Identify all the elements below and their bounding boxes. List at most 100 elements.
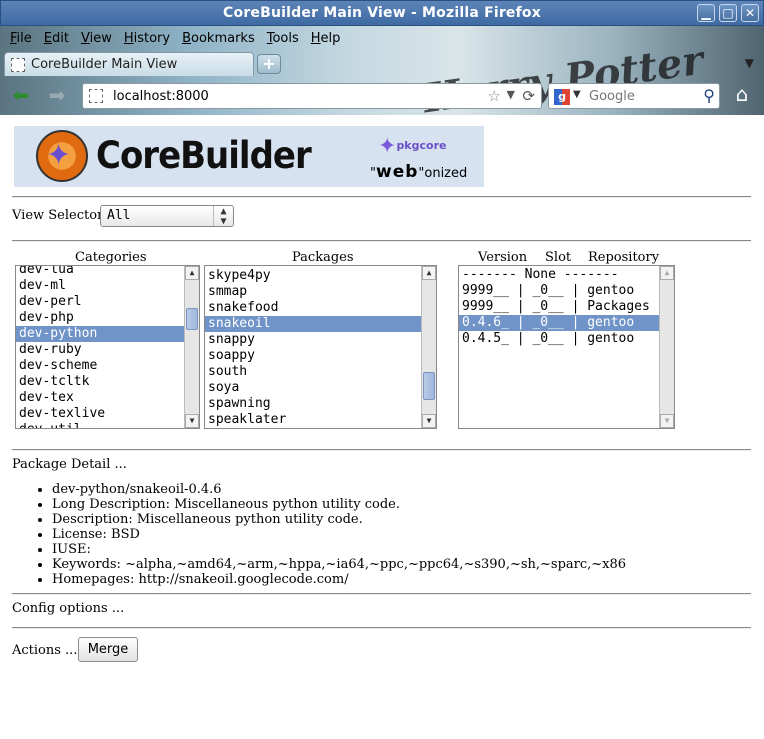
list-item[interactable]: 0.4.5_ | _0__ | gentoo [459, 331, 659, 347]
list-item[interactable]: dev-util [16, 422, 184, 428]
new-tab-button[interactable]: + [257, 54, 281, 74]
forward-button[interactable]: ➡ [44, 85, 70, 107]
maximize-icon[interactable]: □ [719, 4, 737, 22]
actions-title: Actions ... [12, 643, 78, 658]
divider [12, 627, 751, 629]
slot-header: Slot [545, 250, 572, 265]
detail-item: Long Description: Miscellaneous python u… [52, 497, 626, 512]
list-item[interactable]: dev-texlive [16, 406, 184, 422]
divider [12, 240, 751, 242]
categories-rows: dev-lua dev-ml dev-perl dev-php dev-python de… [16, 266, 184, 428]
reload-icon[interactable]: ⟳ [522, 87, 535, 105]
scroll-down-icon[interactable]: ▼ [660, 414, 674, 428]
menu-item[interactable]: View [75, 29, 118, 51]
menu-item[interactable]: Tools [261, 29, 305, 51]
site-identity-icon[interactable] [89, 89, 103, 103]
scroll-thumb[interactable] [186, 308, 198, 330]
list-item[interactable]: dev-lua [16, 266, 184, 278]
tab-corebuilder[interactable]: CoreBuilder Main View [4, 52, 254, 76]
scroll-up-icon[interactable]: ▲ [422, 266, 436, 280]
detail-item: IUSE: [52, 542, 626, 557]
repository-header: Repository [588, 250, 660, 265]
categories-scrollbar[interactable]: ▲ ▼ [184, 266, 199, 428]
back-button[interactable]: ⬅ [8, 85, 34, 107]
list-item[interactable]: 9999__ | _0__ | gentoo [459, 283, 659, 299]
list-item[interactable]: soappy [205, 348, 421, 364]
close-icon[interactable]: ✕ [741, 4, 759, 22]
webonized-text: "web"onized [370, 162, 468, 182]
list-item[interactable]: dev-ruby [16, 342, 184, 358]
list-item[interactable]: smmap [205, 284, 421, 300]
url-history-dropdown-icon[interactable]: ▼ [507, 88, 515, 101]
scroll-down-icon[interactable]: ▼ [185, 414, 199, 428]
search-engine-dropdown-icon[interactable]: ▼ [573, 89, 581, 100]
menu-item[interactable]: Help [305, 29, 347, 51]
tab-strip: CoreBuilder Main View + ▼ [0, 52, 764, 76]
menu-item[interactable]: File [4, 29, 38, 51]
detail-item: License: BSD [52, 527, 626, 542]
categories-header: Categories [75, 250, 147, 265]
package-detail-title: Package Detail ... [12, 457, 127, 472]
view-selector-value: All [107, 208, 131, 223]
versions-scrollbar[interactable]: ▲ ▼ [659, 266, 674, 428]
list-item[interactable]: dev-php [16, 310, 184, 326]
merge-button[interactable]: Merge [78, 637, 138, 662]
list-item[interactable]: skype4py [205, 268, 421, 284]
list-item[interactable]: speaklater [205, 412, 421, 428]
list-item[interactable]: 9999__ | _0__ | Packages [459, 299, 659, 315]
pkgcore-logo: ✦pkgcore [378, 134, 446, 159]
list-item[interactable]: south [205, 364, 421, 380]
list-item[interactable]: dev-python [16, 326, 184, 342]
view-selector-dropdown[interactable]: All ▲ ▼ [100, 205, 234, 227]
list-item[interactable]: snakeoil [205, 316, 421, 332]
packages-scrollbar[interactable]: ▲ ▼ [421, 266, 436, 428]
scroll-down-icon[interactable]: ▼ [422, 414, 436, 428]
packages-rows: skype4py smmap snakefood snakeoil snappy soap… [205, 268, 421, 428]
detail-item: Keywords: ~alpha,~amd64,~arm,~hppa,~ia64… [52, 557, 626, 572]
corebuilder-banner: ✦ CoreBuilder ✦pkgcore "web"onized [14, 126, 484, 187]
scroll-thumb[interactable] [423, 372, 435, 400]
divider [12, 593, 751, 595]
minimize-icon[interactable]: ▁ [697, 4, 715, 22]
page-content: ✦ CoreBuilder ✦pkgcore "web"onized View … [0, 115, 764, 739]
list-item[interactable]: dev-perl [16, 294, 184, 310]
list-item[interactable]: snakefood [205, 300, 421, 316]
scroll-up-icon[interactable]: ▲ [660, 266, 674, 280]
list-item[interactable]: dev-scheme [16, 358, 184, 374]
list-item[interactable]: dev-tex [16, 390, 184, 406]
list-item[interactable]: spawning [205, 396, 421, 412]
page-favicon-icon [11, 58, 25, 72]
list-item[interactable]: ------- None ------- [459, 267, 659, 283]
list-item[interactable]: snappy [205, 332, 421, 348]
list-tabs-icon[interactable]: ▼ [745, 56, 754, 70]
search-bar[interactable]: g ▼ ⚲ [548, 83, 720, 109]
detail-item: dev-python/snakeoil-0.4.6 [52, 482, 626, 497]
window-titlebar[interactable]: CoreBuilder Main View - Mozilla Firefox … [0, 0, 764, 26]
home-button[interactable]: ⌂ [730, 83, 754, 107]
menubar: File Edit View History Bookmarks Tools Help [4, 29, 346, 51]
list-item[interactable]: 0.4.6_ | _0__ | gentoo [459, 315, 659, 331]
list-item[interactable]: dev-tcltk [16, 374, 184, 390]
window-title: CoreBuilder Main View - Mozilla Firefox [223, 5, 541, 21]
scroll-up-icon[interactable]: ▲ [185, 266, 199, 280]
list-item[interactable]: soya [205, 380, 421, 396]
menu-item[interactable]: History [118, 29, 176, 51]
versions-listbox[interactable]: ------- None ------- 9999__ | _0__ | gent… [458, 265, 675, 429]
categories-listbox[interactable]: dev-lua dev-ml dev-perl dev-php dev-python de… [15, 265, 200, 429]
menu-item[interactable]: Bookmarks [176, 29, 261, 51]
divider [12, 449, 751, 451]
version-header: Version [478, 250, 528, 265]
url-input[interactable] [111, 87, 471, 105]
pkgcore-text: pkgcore [396, 139, 447, 152]
browser-chrome: Harry Potter File Edit View History Bookmark… [0, 26, 764, 122]
url-bar[interactable]: ☆ ▼ ⟳ [82, 83, 542, 109]
detail-item: Description: Miscellaneous python utilit… [52, 512, 626, 527]
menu-item[interactable]: Edit [38, 29, 75, 51]
packages-listbox[interactable]: skype4py smmap snakefood snakeoil snappy soap… [204, 265, 437, 429]
search-engine-icon[interactable]: g [554, 89, 570, 105]
search-magnifier-icon[interactable]: ⚲ [703, 86, 715, 105]
corebuilder-logo-icon: ✦ [36, 130, 88, 182]
list-item[interactable]: dev-ml [16, 278, 184, 294]
search-input[interactable] [587, 87, 697, 105]
bookmark-star-icon[interactable]: ☆ [488, 87, 501, 105]
